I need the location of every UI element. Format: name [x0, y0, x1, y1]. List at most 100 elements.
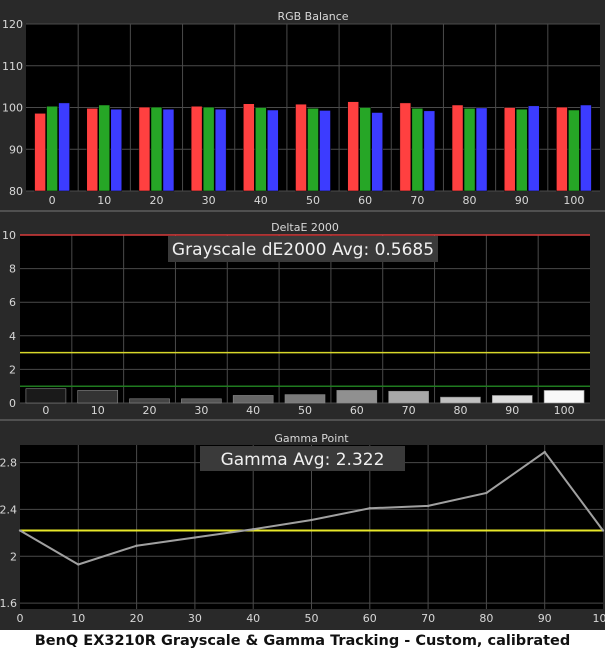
bar-red — [451, 104, 464, 192]
bar-green — [46, 105, 58, 192]
x-tick-label: 30 — [194, 404, 208, 417]
y-tick-label: 2.4 — [0, 503, 17, 516]
bar-green — [515, 108, 528, 192]
bar-red — [190, 105, 203, 192]
deltae-bar — [25, 388, 67, 404]
x-tick-label: 70 — [421, 612, 435, 625]
bar-green — [255, 107, 267, 192]
bar-red — [295, 103, 307, 192]
y-tick-label: 10 — [2, 229, 16, 242]
y-tick-label: 0 — [9, 397, 16, 410]
chart-title: RGB Balance — [277, 10, 348, 23]
chart-title: DeltaE 2000 — [271, 221, 339, 234]
y-tick-label: 80 — [9, 185, 23, 198]
bar-blue — [110, 108, 123, 192]
annotation-label: Gamma Avg: 2.322 — [221, 450, 385, 470]
gamma-point — [426, 504, 430, 508]
bar-red — [347, 101, 359, 192]
x-tick-label: 50 — [298, 404, 312, 417]
bar-red — [503, 107, 516, 192]
gamma-point — [18, 529, 22, 532]
bar-red — [243, 103, 255, 192]
y-tick-label: 2 — [10, 550, 17, 563]
charts-svg: RGB Balance80901001101200 10 20 30 40 50 60 70 8… — [0, 10, 605, 625]
x-tick-label: 90 — [505, 404, 519, 417]
bar-green — [307, 108, 319, 192]
deltae-bar — [543, 390, 585, 404]
deltae-bar — [336, 390, 378, 404]
x-tick-label: 0 — [17, 612, 24, 625]
x-tick-label: 100 — [554, 404, 575, 417]
x-tick-label: 10 — [91, 404, 105, 417]
y-tick-label: 120 — [2, 18, 23, 31]
x-tick-label: 0 — [49, 194, 56, 207]
x-tick-label: 100 — [563, 194, 584, 207]
x-tick-label: 50 — [306, 194, 320, 207]
x-tick-label: 40 — [254, 194, 268, 207]
gamma-point — [77, 563, 80, 566]
y-tick-label: 110 — [2, 60, 23, 73]
gamma-point — [252, 528, 255, 531]
bar-blue — [162, 108, 175, 192]
deltae-bar — [232, 395, 274, 404]
x-tick-label: 60 — [363, 612, 377, 625]
deltae-bar — [77, 390, 119, 404]
deltae-bar — [284, 394, 326, 404]
gamma-point — [601, 529, 605, 532]
bar-blue — [527, 105, 540, 192]
x-tick-label: 70 — [402, 404, 416, 417]
gamma-point — [368, 507, 371, 510]
bar-green — [568, 109, 580, 192]
x-tick-label: 0 — [42, 404, 49, 417]
x-tick-label: 60 — [358, 194, 372, 207]
x-tick-label: 20 — [149, 194, 163, 207]
bar-green — [98, 104, 111, 192]
annotation-label: Grayscale dE2000 Avg: 0.5685 — [172, 240, 434, 260]
deltae-bar — [129, 398, 170, 404]
bar-blue — [214, 108, 227, 192]
x-tick-label: 40 — [246, 612, 260, 625]
chart-title: Gamma Point — [274, 432, 349, 445]
deltae-bar — [181, 398, 222, 404]
deltae-bar — [440, 396, 481, 404]
bar-blue — [58, 102, 70, 192]
bar-blue — [267, 109, 279, 192]
x-tick-label: 40 — [246, 404, 260, 417]
bar-blue — [423, 110, 436, 192]
x-tick-label: 90 — [515, 194, 529, 207]
bar-red — [556, 106, 568, 192]
x-tick-label: 90 — [538, 612, 552, 625]
bar-green — [411, 108, 424, 192]
deltae-bar — [491, 395, 533, 404]
bar-red — [34, 113, 46, 192]
bar-green — [463, 108, 476, 192]
y-tick-label: 6 — [9, 296, 16, 309]
gamma-point — [543, 450, 546, 454]
x-tick-label: 30 — [188, 612, 202, 625]
bar-green — [359, 107, 371, 192]
x-tick-label: 50 — [305, 612, 319, 625]
bar-red — [138, 106, 151, 192]
y-tick-label: 4 — [9, 330, 16, 343]
x-tick-label: 60 — [350, 404, 364, 417]
deltae-bar — [388, 390, 429, 404]
bar-blue — [371, 112, 383, 192]
bar-red — [399, 102, 412, 192]
gamma-point — [135, 544, 138, 547]
x-tick-label: 80 — [479, 612, 493, 625]
y-tick-label: 2.8 — [0, 457, 17, 470]
y-tick-label: 2 — [9, 363, 16, 376]
gamma-point — [310, 518, 313, 522]
y-tick-label: 100 — [2, 102, 23, 115]
figure-caption: BenQ EX3210R Grayscale & Gamma Tracking … — [34, 633, 571, 649]
gamma-point — [193, 536, 197, 539]
x-tick-label: 80 — [463, 194, 477, 207]
y-tick-label: 8 — [9, 263, 16, 276]
bar-green — [150, 106, 163, 192]
gamma-point — [485, 491, 488, 495]
x-tick-label: 100 — [593, 612, 605, 625]
y-tick-label: 90 — [9, 143, 23, 156]
x-tick-label: 30 — [202, 194, 216, 207]
bar-blue — [475, 107, 488, 192]
chart-stage: RGB Balance 80 90 100 110 120 0 10 20 30 40 50 60 70 8… — [0, 0, 605, 630]
